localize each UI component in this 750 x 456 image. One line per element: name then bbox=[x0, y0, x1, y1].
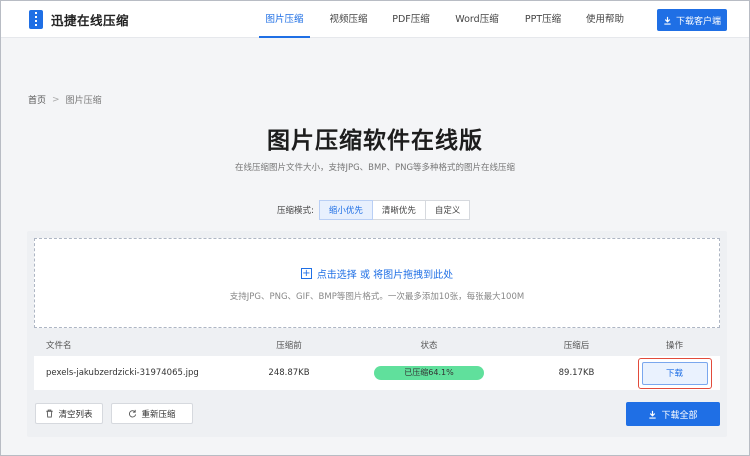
breadcrumb: 首页 > 图片压缩 bbox=[28, 93, 102, 107]
page-subtitle: 在线压缩图片文件大小，支持JPG、BMP、PNG等多种格式的图片在线压缩 bbox=[234, 163, 516, 173]
col-status: 状态 bbox=[420, 341, 438, 351]
recompress-button[interactable]: 重新压缩 bbox=[111, 403, 193, 424]
download-all-label: 下载全部 bbox=[661, 410, 698, 421]
table-header: 文件名 压缩前 状态 压缩后 操作 bbox=[34, 334, 720, 356]
breadcrumb-current: 图片压缩 bbox=[65, 96, 102, 106]
file-name: pexels-jakubzerdzicki-31974065.jpg bbox=[46, 368, 199, 378]
clear-list-label: 清空列表 bbox=[58, 409, 93, 420]
nav-item-video-compress[interactable]: 视频压缩 bbox=[318, 1, 379, 38]
zip-logo-icon bbox=[29, 10, 43, 29]
recompress-label: 重新压缩 bbox=[141, 409, 176, 420]
download-client-label: 下载客户端 bbox=[675, 16, 721, 27]
mode-option-custom[interactable]: 自定义 bbox=[424, 200, 471, 220]
col-action: 操作 bbox=[665, 341, 683, 351]
top-navbar: 迅捷在线压缩 图片压缩 视频压缩 PDF压缩 Word压缩 PPT压缩 使用帮助… bbox=[1, 1, 749, 38]
action-cell: 下载 bbox=[629, 357, 720, 389]
col-after: 压缩后 bbox=[563, 341, 590, 351]
logo-text: 迅捷在线压缩 bbox=[51, 13, 130, 28]
file-table: 文件名 压缩前 状态 压缩后 操作 pexels-jakubzerdzicki-… bbox=[34, 334, 720, 390]
download-client-button[interactable]: 下载客户端 bbox=[657, 9, 727, 31]
download-icon bbox=[649, 410, 657, 419]
compress-mode-selector: 压缩模式: 缩小优先 清晰优先 自定义 bbox=[277, 200, 471, 220]
compress-panel: + 点击选择 或 将图片拖拽到此处 支持JPG、PNG、GIF、BMP等图片格式… bbox=[27, 231, 727, 437]
table-row: pexels-jakubzerdzicki-31974065.jpg 248.8… bbox=[34, 356, 720, 390]
download-highlight-box: 下载 bbox=[637, 357, 712, 389]
size-before: 248.87KB bbox=[268, 368, 310, 378]
logo[interactable]: 迅捷在线压缩 bbox=[29, 10, 129, 29]
page-title: 图片压缩软件在线版 bbox=[267, 128, 483, 154]
mode-option-clearer[interactable]: 清晰优先 bbox=[371, 200, 426, 220]
main-nav: 图片压缩 视频压缩 PDF压缩 Word压缩 PPT压缩 使用帮助 bbox=[251, 1, 635, 38]
clear-list-button[interactable]: 清空列表 bbox=[35, 403, 103, 424]
download-icon bbox=[664, 16, 671, 25]
nav-item-help[interactable]: 使用帮助 bbox=[575, 1, 635, 38]
upload-action[interactable]: + 点击选择 或 将图片拖拽到此处 bbox=[35, 266, 719, 281]
refresh-icon bbox=[129, 409, 137, 418]
compress-mode-label: 压缩模式: bbox=[277, 206, 314, 216]
col-before: 压缩前 bbox=[276, 341, 302, 351]
upload-action-text: 点击选择 或 将图片拖拽到此处 bbox=[316, 270, 454, 281]
mode-option-smaller[interactable]: 缩小优先 bbox=[318, 200, 373, 220]
plus-icon: + bbox=[300, 268, 312, 279]
upload-tip: 支持JPG、PNG、GIF、BMP等图片格式。一次最多添加10张，每张最大100… bbox=[229, 292, 525, 302]
upload-dropzone[interactable]: + 点击选择 或 将图片拖拽到此处 支持JPG、PNG、GIF、BMP等图片格式… bbox=[34, 238, 720, 328]
status-badge: 已压缩64.1% bbox=[374, 366, 484, 380]
status-cell: 已压缩64.1% bbox=[334, 366, 524, 380]
breadcrumb-separator: > bbox=[52, 94, 60, 105]
nav-item-word-compress[interactable]: Word压缩 bbox=[443, 1, 511, 38]
nav-item-ppt-compress[interactable]: PPT压缩 bbox=[511, 1, 575, 38]
col-filename: 文件名 bbox=[46, 341, 72, 351]
nav-item-image-compress[interactable]: 图片压缩 bbox=[251, 1, 318, 38]
size-after: 89.17KB bbox=[558, 368, 595, 378]
trash-icon bbox=[46, 409, 54, 418]
download-button[interactable]: 下载 bbox=[641, 361, 708, 385]
nav-item-pdf-compress[interactable]: PDF压缩 bbox=[379, 1, 443, 38]
download-all-button[interactable]: 下载全部 bbox=[626, 402, 720, 426]
breadcrumb-home[interactable]: 首页 bbox=[28, 93, 46, 106]
